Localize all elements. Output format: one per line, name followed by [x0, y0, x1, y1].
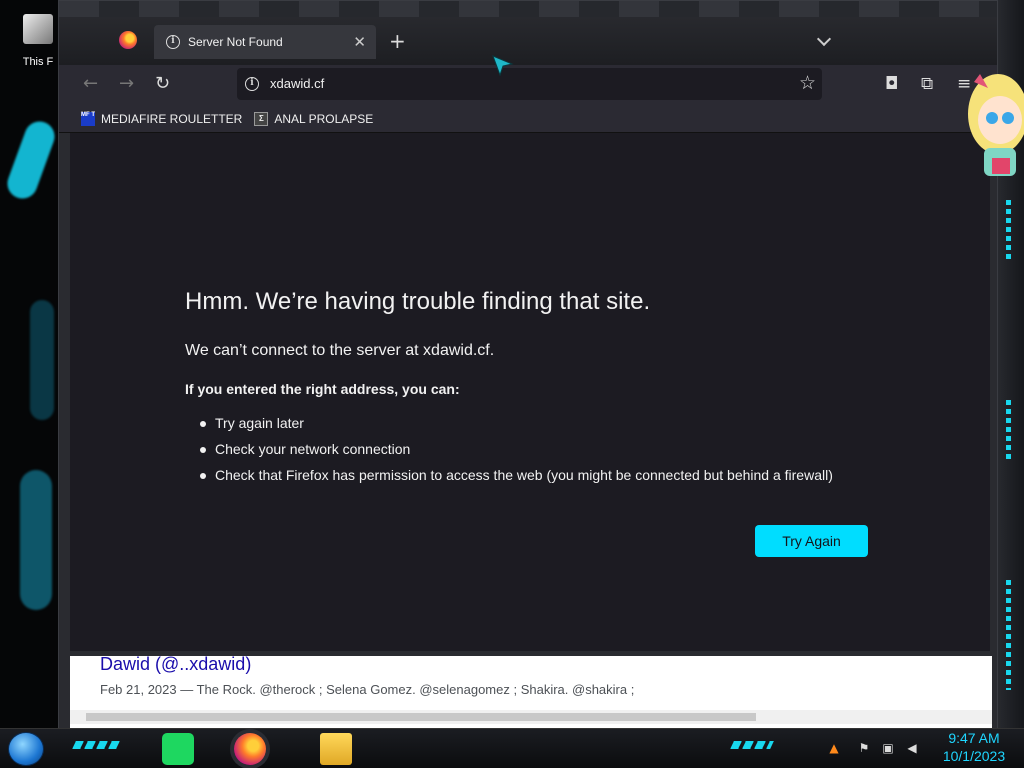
- frame-led: [1006, 580, 1011, 690]
- frame-led: [1006, 200, 1011, 260]
- wallpaper-streak: [3, 117, 59, 203]
- taskbar: ▲ ⚑ ▣ ◀ 9:47 AM 10/1/2023: [0, 728, 1024, 768]
- tab-strip: i Server Not Found ✕ +: [59, 1, 997, 65]
- pocket-icon[interactable]: ◘: [885, 74, 898, 94]
- star-icon[interactable]: ☆: [799, 72, 816, 94]
- list-item: Check your network connection: [200, 441, 833, 457]
- bookmark-favicon: MF T: [81, 111, 95, 126]
- clock-time: 9:47 AM: [948, 730, 1000, 746]
- bookmarks-toolbar: MF T MEDIAFIRE ROULETTER Σ ANAL PROLAPSE: [59, 105, 997, 133]
- close-icon[interactable]: ✕: [353, 33, 366, 51]
- background-page: Dawid (@..xdawid) Feb 21, 2023 — The Roc…: [70, 656, 992, 728]
- back-arrow-icon[interactable]: ←: [83, 74, 98, 94]
- bookmark-favicon: Σ: [254, 111, 269, 126]
- result-snippet: Feb 21, 2023 — The Rock. @therock ; Sele…: [100, 682, 635, 697]
- result-heading[interactable]: Dawid (@..xdawid): [100, 656, 251, 675]
- horizontal-scrollbar[interactable]: [70, 710, 992, 724]
- url-bar[interactable]: i xdawid.cf ☆: [237, 68, 822, 100]
- taskbar-led: [72, 741, 120, 749]
- tray-app-icon[interactable]: ▲: [826, 740, 842, 756]
- error-lead: If you entered the right address, you ca…: [185, 381, 460, 397]
- bookmark-label: ANAL PROLAPSE: [274, 111, 374, 126]
- network-icon[interactable]: ▣: [880, 740, 896, 756]
- tab-title: Server Not Found: [188, 35, 283, 49]
- info-icon: i: [166, 35, 180, 49]
- browser-window: i Server Not Found ✕ + ← → ↻ i xdawid.cf…: [58, 0, 998, 730]
- chevron-down-icon[interactable]: [816, 31, 832, 47]
- list-item: Try again later: [200, 415, 833, 431]
- desktop: This F i Server Not Found ✕ + ← → ↻ i xd…: [0, 0, 1024, 768]
- desktop-icon-label: This F: [22, 56, 54, 68]
- suggestion-list: Try again later Check your network conne…: [200, 415, 833, 493]
- info-icon[interactable]: i: [245, 77, 259, 91]
- character-sticker: [968, 74, 1024, 176]
- title-bar[interactable]: [59, 1, 997, 17]
- firefox-icon[interactable]: [119, 31, 137, 49]
- plus-icon[interactable]: +: [389, 31, 406, 51]
- mouse-cursor-icon: [492, 55, 514, 76]
- error-title: Hmm. We’re having trouble finding that s…: [185, 288, 651, 315]
- bookmark-label: MEDIAFIRE ROULETTER: [101, 111, 243, 126]
- frame-led: [1006, 400, 1011, 460]
- wallpaper-streak: [20, 470, 52, 610]
- firefox-taskbar-icon[interactable]: [234, 733, 266, 765]
- bookmark-mediafire-rouletter[interactable]: MF T MEDIAFIRE ROULETTER: [81, 111, 243, 126]
- nav-toolbar: ← → ↻ i xdawid.cf ☆ ◘ ⧉ ≡: [59, 65, 997, 105]
- extensions-icon[interactable]: ⧉: [921, 74, 933, 94]
- file-explorer-icon[interactable]: [320, 733, 352, 765]
- list-item: Check that Firefox has permission to acc…: [200, 467, 833, 483]
- tab-server-not-found[interactable]: i Server Not Found ✕: [154, 25, 376, 59]
- scrollbar-thumb[interactable]: [86, 713, 756, 721]
- error-page: Hmm. We’re having trouble finding that s…: [70, 133, 990, 651]
- system-clock[interactable]: 9:47 AM 10/1/2023: [934, 729, 1014, 765]
- taskbar-led: [730, 741, 774, 749]
- error-subtitle: We can’t connect to the server at xdawid…: [185, 342, 495, 359]
- desktop-icon-this-pc[interactable]: This F: [18, 14, 58, 68]
- tray-flag-icon[interactable]: ⚑: [856, 740, 872, 756]
- forward-arrow-icon[interactable]: →: [119, 74, 134, 94]
- spotify-icon[interactable]: [162, 733, 194, 765]
- reload-icon[interactable]: ↻: [155, 74, 170, 94]
- wallpaper-streak: [30, 300, 54, 420]
- volume-icon[interactable]: ◀: [904, 740, 920, 756]
- try-again-button[interactable]: Try Again: [755, 525, 868, 557]
- clock-date: 10/1/2023: [942, 748, 1006, 764]
- bookmark-anal-prolapse[interactable]: Σ ANAL PROLAPSE: [254, 111, 374, 126]
- url-text[interactable]: xdawid.cf: [270, 76, 324, 91]
- start-orb-icon[interactable]: [8, 732, 44, 766]
- computer-icon: [23, 14, 53, 44]
